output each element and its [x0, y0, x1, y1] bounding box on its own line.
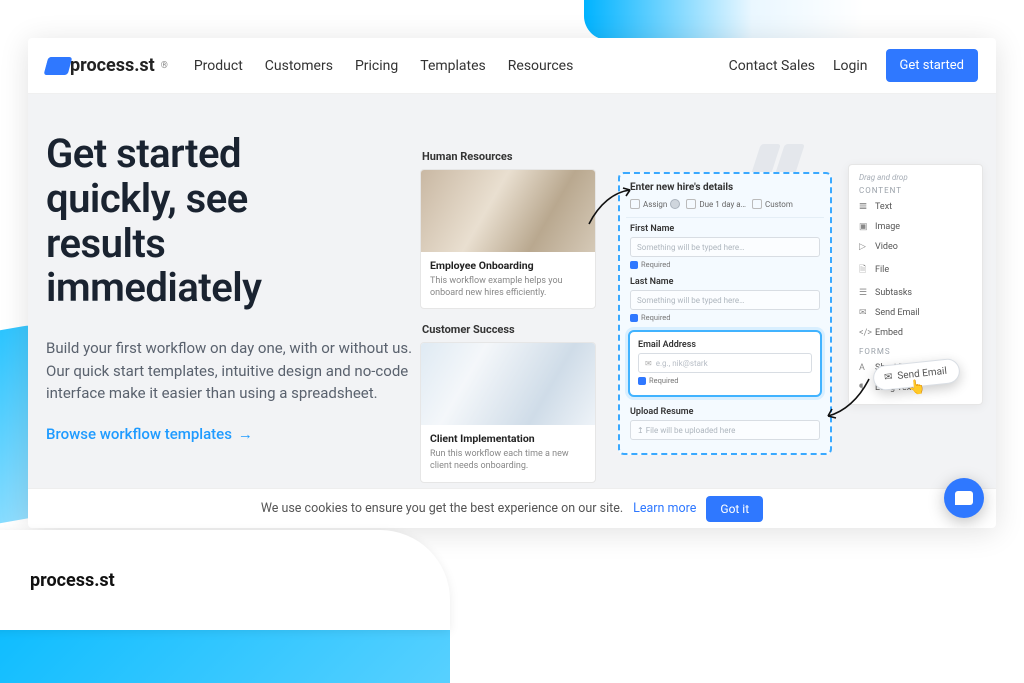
block-video[interactable]: ▷Video [849, 237, 982, 257]
caption-text: process.st [30, 570, 115, 591]
hero-section: Get started quickly, see results immedia… [28, 94, 996, 528]
nav-customers[interactable]: Customers [265, 58, 333, 74]
label-upload: Upload Resume [630, 407, 820, 417]
email-field-block[interactable]: Email Address e.g., nik@stark Required [628, 330, 822, 397]
file-icon: 🗎 [859, 262, 869, 278]
card-client-implementation[interactable]: Client Implementation Run this workflow … [420, 342, 596, 482]
site-frame: process.st® Product Customers Pricing Te… [28, 38, 996, 528]
card-title: Client Implementation [430, 432, 586, 445]
meta-due[interactable]: Due 1 day a… [686, 199, 746, 209]
card-image [421, 343, 595, 425]
card-employee-onboarding[interactable]: Employee Onboarding This workflow exampl… [420, 169, 596, 309]
required-flag[interactable]: Required [630, 260, 820, 269]
card-desc: This workflow example helps you onboard … [430, 276, 586, 299]
logo-icon [44, 57, 67, 75]
block-text[interactable]: 𝌆Text [849, 197, 982, 217]
nav-product[interactable]: Product [194, 58, 243, 74]
image-icon: ▣ [859, 222, 869, 232]
subtasks-icon: ☰ [859, 288, 869, 298]
forms-header: FORMS [849, 343, 982, 358]
chat-launcher[interactable] [944, 478, 984, 518]
logo[interactable]: process.st® [46, 55, 168, 76]
hero-body: Build your first workflow on day one, wi… [46, 337, 416, 405]
template-cards: Human Resources Employee Onboarding This… [420, 144, 596, 497]
form-builder-canvas[interactable]: Enter new hire's details Assign Due 1 da… [618, 172, 832, 455]
section-hr: Human Resources [422, 150, 596, 163]
block-embed[interactable]: </>Embed [849, 323, 982, 343]
input-last-name[interactable]: Something will be typed here… [630, 290, 820, 310]
card-image [421, 170, 595, 252]
section-cs: Customer Success [422, 323, 596, 336]
chat-icon [955, 491, 973, 505]
input-email[interactable]: e.g., nik@stark [638, 353, 812, 373]
required-flag[interactable]: Required [638, 376, 812, 385]
short-text-icon: A [859, 363, 869, 373]
card-title: Employee Onboarding [430, 259, 586, 272]
bg-gradient-top [584, 0, 864, 40]
label-last-name: Last Name [630, 277, 820, 287]
block-send-email[interactable]: ✉Send Email [849, 303, 982, 323]
nav-right: Contact Sales Login Get started [729, 49, 978, 82]
nav-resources[interactable]: Resources [508, 58, 574, 74]
logo-text: process.st [70, 55, 155, 76]
card-desc: Run this workflow each time a new client… [430, 449, 586, 472]
meta-custom[interactable]: Custom [752, 199, 793, 209]
cursor-hand-icon: 👆 [907, 379, 926, 397]
video-icon: ▷ [859, 242, 869, 252]
nav-pricing[interactable]: Pricing [355, 58, 398, 74]
long-text-icon: ¶ [859, 383, 869, 393]
contact-sales-link[interactable]: Contact Sales [729, 58, 815, 74]
block-image[interactable]: ▣Image [849, 217, 982, 237]
avatar-icon [670, 199, 680, 209]
meta-assign[interactable]: Assign [630, 199, 680, 209]
browse-templates-link[interactable]: Browse workflow templates [46, 425, 253, 443]
email-icon: ✉ [859, 308, 869, 318]
input-upload[interactable]: ↥ File will be uploaded here [630, 420, 820, 440]
input-first-name[interactable]: Something will be typed here… [630, 237, 820, 257]
text-icon: 𝌆 [859, 202, 869, 212]
image-caption: process.st [0, 530, 450, 630]
label-first-name: First Name [630, 224, 820, 234]
get-started-button[interactable]: Get started [886, 49, 978, 82]
email-icon: ✉ [884, 372, 893, 384]
task-meta: Assign Due 1 day a… Custom [626, 199, 824, 218]
cookie-learn-more-link[interactable]: Learn more [633, 501, 696, 516]
task-title: Enter new hire's details [626, 182, 824, 199]
block-file[interactable]: 🗎File [849, 257, 982, 283]
block-subtasks[interactable]: ☰Subtasks [849, 283, 982, 303]
top-nav: process.st® Product Customers Pricing Te… [28, 38, 996, 94]
drag-hint: Drag and drop [849, 173, 982, 182]
login-link[interactable]: Login [833, 58, 868, 74]
label-email: Email Address [638, 340, 812, 350]
cookie-text: We use cookies to ensure you get the bes… [261, 501, 623, 516]
nav-templates[interactable]: Templates [420, 58, 486, 74]
required-flag[interactable]: Required [630, 313, 820, 322]
content-header: CONTENT [849, 182, 982, 197]
embed-icon: </> [859, 328, 869, 338]
nav-links: Product Customers Pricing Templates Reso… [194, 58, 574, 74]
cookie-bar: We use cookies to ensure you get the bes… [28, 488, 996, 528]
cookie-accept-button[interactable]: Got it [706, 496, 763, 522]
